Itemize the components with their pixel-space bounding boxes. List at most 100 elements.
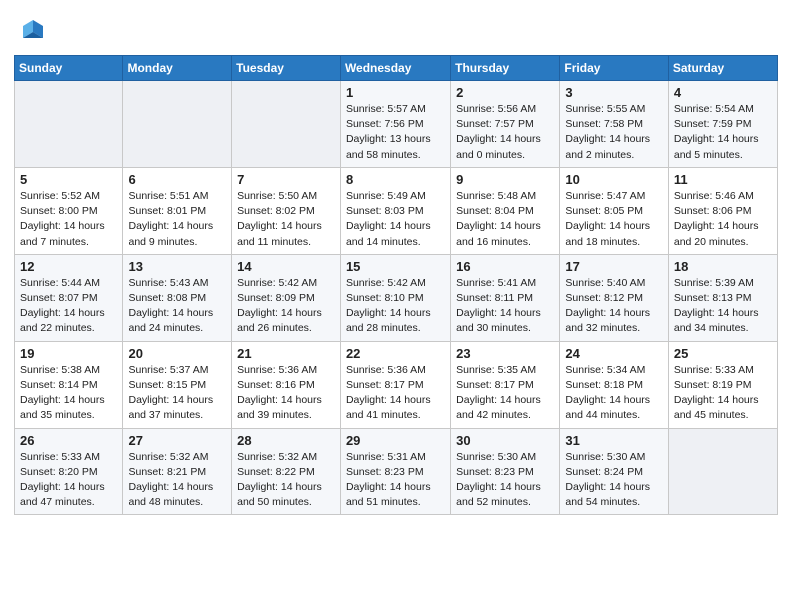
weekday-header-wednesday: Wednesday: [340, 56, 450, 81]
calendar-cell: [15, 81, 123, 168]
calendar-cell: 26 Sunrise: 5:33 AMSunset: 8:20 PMDayligh…: [15, 428, 123, 515]
header: [14, 10, 778, 49]
day-number: 16: [456, 259, 554, 274]
cell-content: Sunrise: 5:57 AMSunset: 7:56 PMDaylight:…: [346, 102, 445, 163]
cell-content: Sunrise: 5:33 AMSunset: 8:20 PMDaylight:…: [20, 450, 117, 511]
calendar-cell: 10Sunrise: 5:47 AMSunset: 8:05 PMDayligh…: [560, 167, 668, 254]
day-number: 13: [128, 259, 226, 274]
cell-content: Sunrise: 5:55 AMSunset: 7:58 PMDaylight:…: [565, 102, 662, 163]
day-number: 4: [674, 85, 772, 100]
cell-content: Sunrise: 5:49 AMSunset: 8:03 PMDaylight:…: [346, 189, 445, 250]
calendar-cell: 23Sunrise: 5:35 AMSunset: 8:17 PMDayligh…: [451, 341, 560, 428]
cell-content: Sunrise: 5:31 AMSunset: 8:23 PMDaylight:…: [346, 450, 445, 511]
day-number: 19: [20, 346, 117, 361]
logo-icon: [19, 16, 47, 44]
calendar-cell: 14Sunrise: 5:42 AMSunset: 8:09 PMDayligh…: [232, 254, 341, 341]
day-number: 15: [346, 259, 445, 274]
cell-content: Sunrise: 5:47 AMSunset: 8:05 PMDaylight:…: [565, 189, 662, 250]
week-row-5: 26 Sunrise: 5:33 AMSunset: 8:20 PMDayligh…: [15, 428, 778, 515]
day-number: 7: [237, 172, 335, 187]
cell-content: Sunrise: 5:36 AMSunset: 8:16 PMDaylight:…: [237, 363, 335, 424]
calendar-cell: 25Sunrise: 5:33 AMSunset: 8:19 PMDayligh…: [668, 341, 777, 428]
calendar-cell: 22 Sunrise: 5:36 AMSunset: 8:17 PMDayligh…: [340, 341, 450, 428]
day-number: 11: [674, 172, 772, 187]
calendar-cell: 5Sunrise: 5:52 AMSunset: 8:00 PMDaylight…: [15, 167, 123, 254]
day-number: 23: [456, 346, 554, 361]
day-number: 29: [346, 433, 445, 448]
day-number: 14: [237, 259, 335, 274]
day-number: 3: [565, 85, 662, 100]
day-number: 18: [674, 259, 772, 274]
day-number: 31: [565, 433, 662, 448]
cell-content: Sunrise: 5:46 AMSunset: 8:06 PMDaylight:…: [674, 189, 772, 250]
cell-content: Sunrise: 5:52 AMSunset: 8:00 PMDaylight:…: [20, 189, 117, 250]
calendar-cell: 30 Sunrise: 5:30 AMSunset: 8:23 PMDayligh…: [451, 428, 560, 515]
calendar-cell: 13 Sunrise: 5:43 AMSunset: 8:08 PMDayligh…: [123, 254, 232, 341]
cell-content: Sunrise: 5:38 AMSunset: 8:14 PMDaylight:…: [20, 363, 117, 424]
calendar-cell: 4Sunrise: 5:54 AMSunset: 7:59 PMDaylight…: [668, 81, 777, 168]
weekday-header-monday: Monday: [123, 56, 232, 81]
day-number: 17: [565, 259, 662, 274]
day-number: 28: [237, 433, 335, 448]
cell-content: Sunrise: 5:44 AMSunset: 8:07 PMDaylight:…: [20, 276, 117, 337]
day-number: 30: [456, 433, 554, 448]
cell-content: Sunrise: 5:43 AMSunset: 8:08 PMDaylight:…: [128, 276, 226, 337]
cell-content: Sunrise: 5:42 AMSunset: 8:10 PMDaylight:…: [346, 276, 445, 337]
calendar-cell: 15 Sunrise: 5:42 AMSunset: 8:10 PMDayligh…: [340, 254, 450, 341]
logo: [14, 14, 47, 49]
calendar-cell: 16 Sunrise: 5:41 AMSunset: 8:11 PMDayligh…: [451, 254, 560, 341]
calendar-cell: 28 Sunrise: 5:32 AMSunset: 8:22 PMDayligh…: [232, 428, 341, 515]
weekday-header-thursday: Thursday: [451, 56, 560, 81]
cell-content: Sunrise: 5:40 AMSunset: 8:12 PMDaylight:…: [565, 276, 662, 337]
page: SundayMondayTuesdayWednesdayThursdayFrid…: [0, 0, 792, 612]
calendar-cell: 3 Sunrise: 5:55 AMSunset: 7:58 PMDaylight…: [560, 81, 668, 168]
calendar-cell: 8Sunrise: 5:49 AMSunset: 8:03 PMDaylight…: [340, 167, 450, 254]
calendar-cell: 11 Sunrise: 5:46 AMSunset: 8:06 PMDayligh…: [668, 167, 777, 254]
calendar-cell: 6 Sunrise: 5:51 AMSunset: 8:01 PMDaylight…: [123, 167, 232, 254]
cell-content: Sunrise: 5:32 AMSunset: 8:22 PMDaylight:…: [237, 450, 335, 511]
cell-content: Sunrise: 5:51 AMSunset: 8:01 PMDaylight:…: [128, 189, 226, 250]
weekday-header-friday: Friday: [560, 56, 668, 81]
calendar-cell: [123, 81, 232, 168]
weekday-header-sunday: Sunday: [15, 56, 123, 81]
calendar-cell: 7 Sunrise: 5:50 AMSunset: 8:02 PMDaylight…: [232, 167, 341, 254]
day-number: 20: [128, 346, 226, 361]
cell-content: Sunrise: 5:33 AMSunset: 8:19 PMDaylight:…: [674, 363, 772, 424]
calendar-table: SundayMondayTuesdayWednesdayThursdayFrid…: [14, 55, 778, 515]
calendar-cell: [232, 81, 341, 168]
calendar-cell: 1Sunrise: 5:57 AMSunset: 7:56 PMDaylight…: [340, 81, 450, 168]
day-number: 22: [346, 346, 445, 361]
cell-content: Sunrise: 5:39 AMSunset: 8:13 PMDaylight:…: [674, 276, 772, 337]
day-number: 12: [20, 259, 117, 274]
cell-content: Sunrise: 5:50 AMSunset: 8:02 PMDaylight:…: [237, 189, 335, 250]
cell-content: Sunrise: 5:36 AMSunset: 8:17 PMDaylight:…: [346, 363, 445, 424]
week-row-2: 5Sunrise: 5:52 AMSunset: 8:00 PMDaylight…: [15, 167, 778, 254]
calendar-cell: 24Sunrise: 5:34 AMSunset: 8:18 PMDayligh…: [560, 341, 668, 428]
weekday-header-saturday: Saturday: [668, 56, 777, 81]
day-number: 6: [128, 172, 226, 187]
cell-content: Sunrise: 5:37 AMSunset: 8:15 PMDaylight:…: [128, 363, 226, 424]
calendar-cell: 29 Sunrise: 5:31 AMSunset: 8:23 PMDayligh…: [340, 428, 450, 515]
day-number: 24: [565, 346, 662, 361]
week-row-1: 1Sunrise: 5:57 AMSunset: 7:56 PMDaylight…: [15, 81, 778, 168]
week-row-4: 19 Sunrise: 5:38 AMSunset: 8:14 PMDayligh…: [15, 341, 778, 428]
cell-content: Sunrise: 5:30 AMSunset: 8:24 PMDaylight:…: [565, 450, 662, 511]
cell-content: Sunrise: 5:41 AMSunset: 8:11 PMDaylight:…: [456, 276, 554, 337]
weekday-header-row: SundayMondayTuesdayWednesdayThursdayFrid…: [15, 56, 778, 81]
calendar-cell: 2Sunrise: 5:56 AMSunset: 7:57 PMDaylight…: [451, 81, 560, 168]
calendar-cell: 12 Sunrise: 5:44 AMSunset: 8:07 PMDayligh…: [15, 254, 123, 341]
cell-content: Sunrise: 5:32 AMSunset: 8:21 PMDaylight:…: [128, 450, 226, 511]
day-number: 21: [237, 346, 335, 361]
day-number: 26: [20, 433, 117, 448]
weekday-header-tuesday: Tuesday: [232, 56, 341, 81]
day-number: 9: [456, 172, 554, 187]
day-number: 27: [128, 433, 226, 448]
cell-content: Sunrise: 5:30 AMSunset: 8:23 PMDaylight:…: [456, 450, 554, 511]
calendar-cell: 31 Sunrise: 5:30 AMSunset: 8:24 PMDayligh…: [560, 428, 668, 515]
calendar-cell: 9Sunrise: 5:48 AMSunset: 8:04 PMDaylight…: [451, 167, 560, 254]
calendar-cell: [668, 428, 777, 515]
calendar-cell: 21 Sunrise: 5:36 AMSunset: 8:16 PMDayligh…: [232, 341, 341, 428]
calendar-cell: 18 Sunrise: 5:39 AMSunset: 8:13 PMDayligh…: [668, 254, 777, 341]
week-row-3: 12 Sunrise: 5:44 AMSunset: 8:07 PMDayligh…: [15, 254, 778, 341]
calendar-cell: 20 Sunrise: 5:37 AMSunset: 8:15 PMDayligh…: [123, 341, 232, 428]
